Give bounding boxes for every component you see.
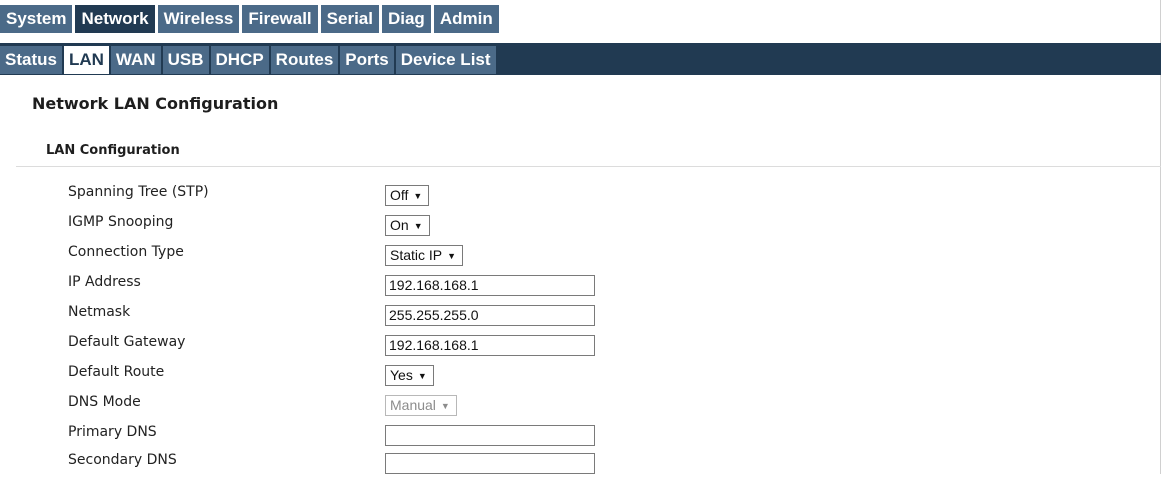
connection-type-label: Connection Type <box>68 244 184 260</box>
top-tab-system[interactable]: System <box>0 5 73 33</box>
top-tab-network[interactable]: Network <box>75 5 155 33</box>
field-row-stp: Spanning Tree (STP) Off ▼ <box>0 183 1100 213</box>
chevron-down-icon: ▼ <box>413 191 423 201</box>
igmp-snooping-value: On <box>390 217 409 233</box>
chevron-down-icon: ▼ <box>417 371 427 381</box>
default-route-value: Yes <box>390 367 413 383</box>
chevron-down-icon: ▼ <box>413 221 423 231</box>
sub-nav: Status LAN WAN USB DHCP Routes Ports Dev… <box>0 43 1161 75</box>
sub-tab-usb[interactable]: USB <box>162 46 209 74</box>
field-row-secondary-dns: Secondary DNS <box>0 451 1100 481</box>
stp-label: Spanning Tree (STP) <box>68 184 209 200</box>
sub-tab-dhcp[interactable]: DHCP <box>210 46 269 74</box>
sub-tab-device-list[interactable]: Device List <box>395 46 496 74</box>
igmp-snooping-select[interactable]: On ▼ <box>385 215 430 236</box>
section-title: LAN Configuration <box>46 143 180 158</box>
sub-tab-lan[interactable]: LAN <box>63 46 109 74</box>
field-row-netmask: Netmask 255.255.255.0 <box>0 303 1100 333</box>
sub-nav-tabs: Status LAN WAN USB DHCP Routes Ports Dev… <box>0 46 498 74</box>
router-config-page: System Network Wireless Firewall Serial … <box>0 0 1161 474</box>
top-tab-serial[interactable]: Serial <box>320 5 379 33</box>
dns-mode-value: Manual <box>390 397 436 413</box>
top-nav: System Network Wireless Firewall Serial … <box>0 5 502 33</box>
default-gateway-input[interactable]: 192.168.168.1 <box>385 335 595 356</box>
top-tab-firewall[interactable]: Firewall <box>242 5 318 33</box>
connection-type-value: Static IP <box>390 247 443 263</box>
secondary-dns-label: Secondary DNS <box>68 452 177 468</box>
netmask-label: Netmask <box>68 304 131 320</box>
chevron-down-icon: ▼ <box>440 401 450 411</box>
section-divider <box>16 166 1161 167</box>
top-tab-wireless[interactable]: Wireless <box>157 5 240 33</box>
top-tab-diag[interactable]: Diag <box>381 5 431 33</box>
sub-tab-ports[interactable]: Ports <box>340 46 394 74</box>
sub-tab-wan[interactable]: WAN <box>110 46 161 74</box>
field-row-default-route: Default Route Yes ▼ <box>0 363 1100 393</box>
ip-address-input[interactable]: 192.168.168.1 <box>385 275 595 296</box>
chevron-down-icon: ▼ <box>447 251 457 261</box>
primary-dns-label: Primary DNS <box>68 424 157 440</box>
field-row-igmp-snooping: IGMP Snooping On ▼ <box>0 213 1100 243</box>
sub-tab-routes[interactable]: Routes <box>270 46 339 74</box>
dns-mode-label: DNS Mode <box>68 394 141 410</box>
igmp-snooping-label: IGMP Snooping <box>68 214 174 230</box>
field-row-default-gateway: Default Gateway 192.168.168.1 <box>0 333 1100 363</box>
field-row-connection-type: Connection Type Static IP ▼ <box>0 243 1100 273</box>
top-tab-admin[interactable]: Admin <box>433 5 499 33</box>
stp-value: Off <box>390 187 409 203</box>
ip-address-label: IP Address <box>68 274 141 290</box>
primary-dns-input[interactable] <box>385 425 595 446</box>
default-route-select[interactable]: Yes ▼ <box>385 365 434 386</box>
field-row-primary-dns: Primary DNS <box>0 423 1100 453</box>
sub-tab-status[interactable]: Status <box>0 46 62 74</box>
secondary-dns-input[interactable] <box>385 453 595 474</box>
connection-type-select[interactable]: Static IP ▼ <box>385 245 464 266</box>
field-row-ip-address: IP Address 192.168.168.1 <box>0 273 1100 303</box>
field-row-dns-mode: DNS Mode Manual ▼ <box>0 393 1100 423</box>
page-title: Network LAN Configuration <box>32 94 279 113</box>
default-gateway-label: Default Gateway <box>68 334 186 350</box>
dns-mode-select: Manual ▼ <box>385 395 457 416</box>
stp-select[interactable]: Off ▼ <box>385 185 430 206</box>
netmask-input[interactable]: 255.255.255.0 <box>385 305 595 326</box>
default-route-label: Default Route <box>68 364 165 380</box>
